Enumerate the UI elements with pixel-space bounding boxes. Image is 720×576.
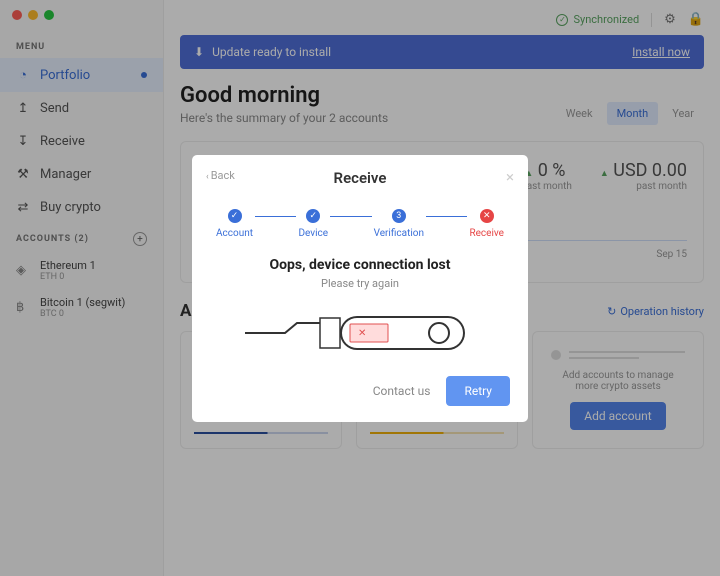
svg-text:✕: ✕ [358,328,366,339]
chevron-left-icon: ‹ [206,172,209,182]
receive-modal: ‹Back × Receive ✓Account ✓Device 3Verifi… [192,155,528,422]
step-indicator: ✓Account ✓Device 3Verification ✕Receive [214,209,506,239]
error-subtext: Please try again [210,277,510,290]
close-icon[interactable]: × [506,168,514,186]
step-verification: 3Verification [372,209,426,239]
contact-us-link[interactable]: Contact us [373,384,431,398]
step-device: ✓Device [296,209,330,239]
step-receive: ✕Receive [467,209,506,239]
step-account: ✓Account [214,209,255,239]
error-message: Oops, device connection lost [210,257,510,273]
check-icon: ✓ [306,209,320,223]
error-icon: ✕ [480,209,494,223]
modal-title: Receive [210,169,510,187]
back-button[interactable]: ‹Back [206,169,235,182]
step-number: 3 [392,209,406,223]
device-illustration: ✕ [245,310,475,356]
modal-overlay[interactable]: ‹Back × Receive ✓Account ✓Device 3Verifi… [0,0,720,576]
retry-button[interactable]: Retry [446,376,510,406]
check-icon: ✓ [228,209,242,223]
modal-footer: Contact us Retry [210,376,510,406]
